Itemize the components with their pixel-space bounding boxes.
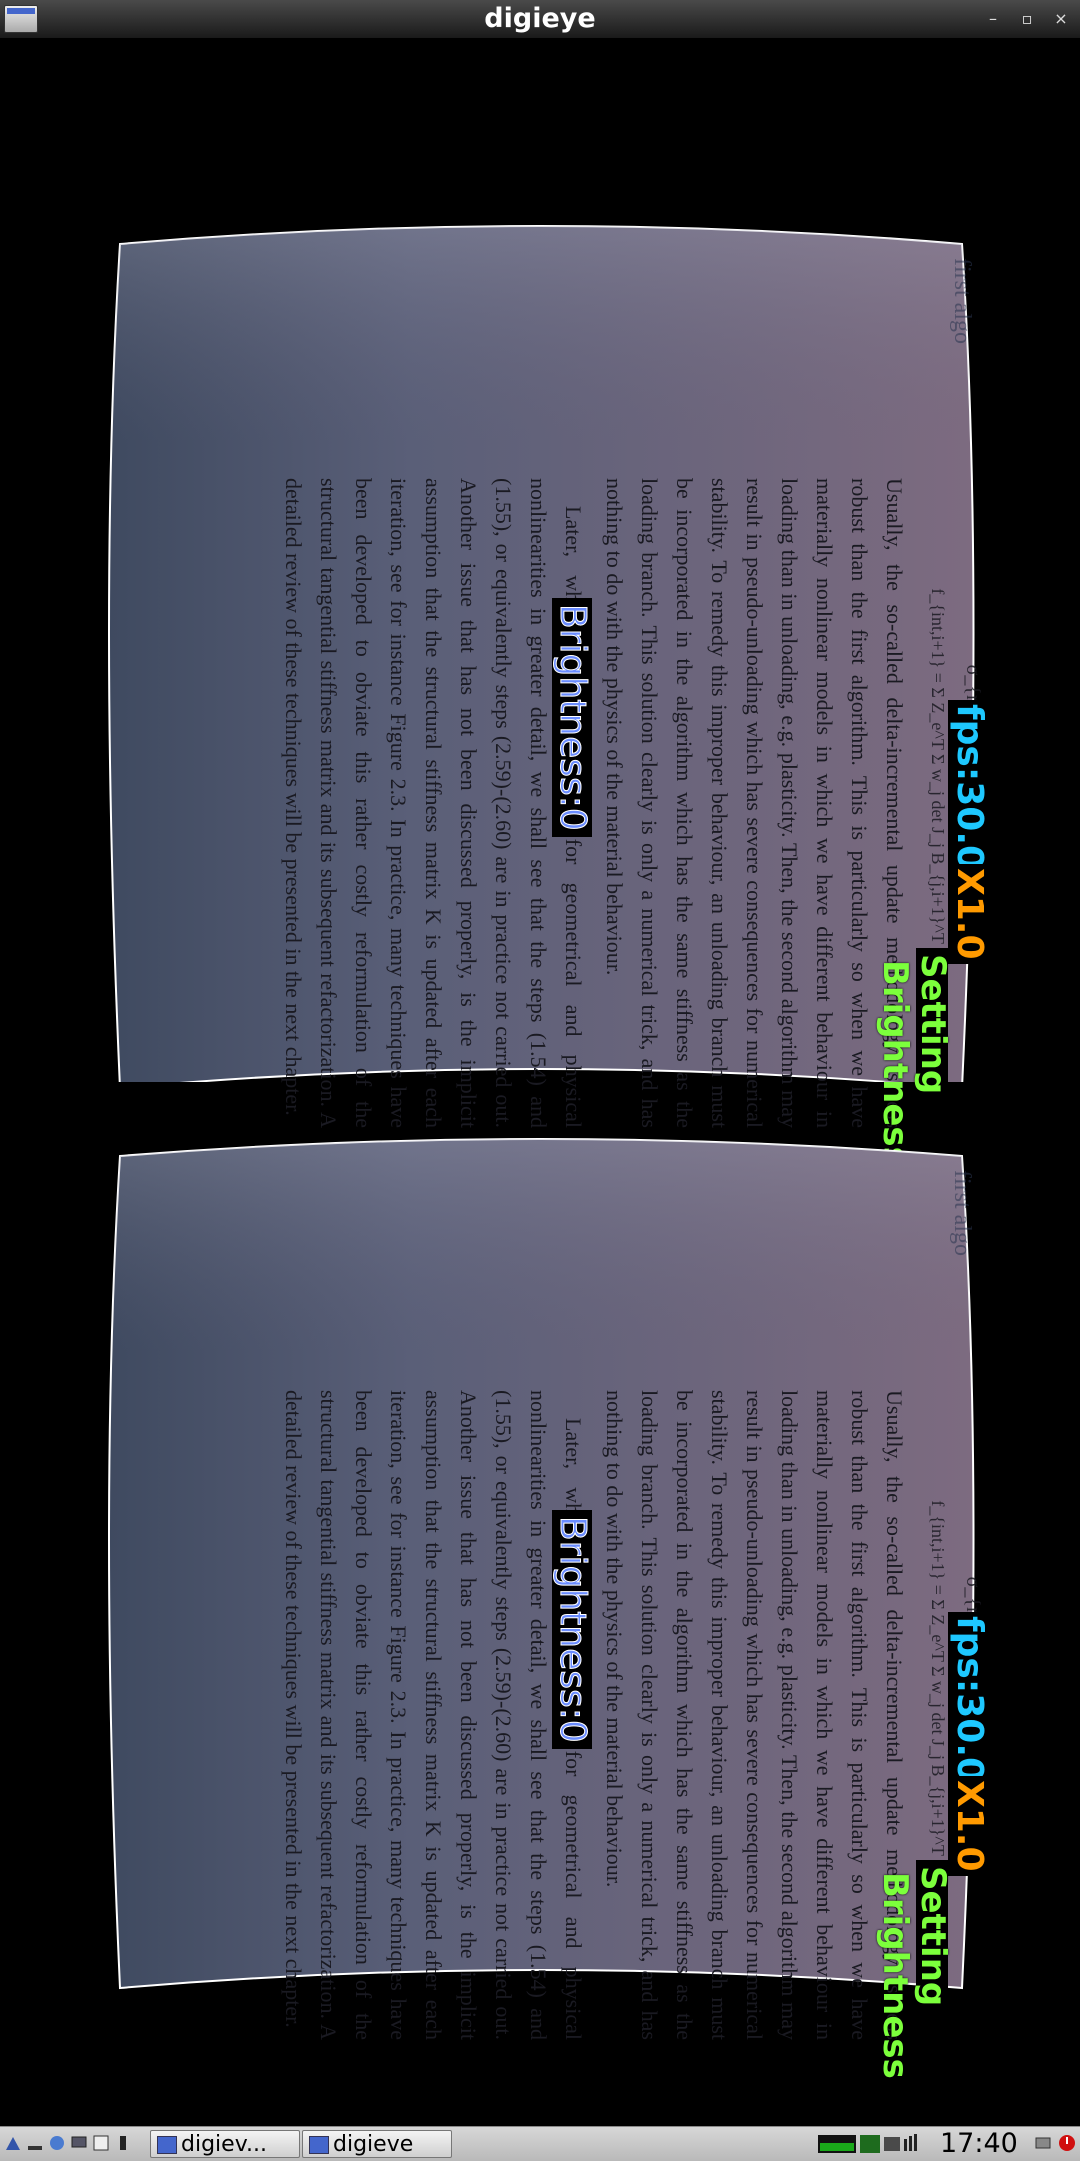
window-titlebar: digieye – ▫ × (0, 0, 1080, 39)
margin-labels: first algo (948, 1170, 975, 1470)
system-tray[interactable] (818, 2133, 938, 2155)
maximize-button[interactable]: ▫ (1014, 6, 1040, 32)
margin-label: first algo (949, 1170, 975, 1256)
minimize-all-icon[interactable] (26, 2134, 44, 2152)
taskbar-clock[interactable]: 17:40 (940, 2127, 1020, 2161)
minimize-button[interactable]: – (980, 6, 1006, 32)
desktop-icon[interactable] (70, 2134, 88, 2152)
brightness-popup: Brightness:0 (552, 1510, 594, 1749)
task-label: digieve (333, 2132, 414, 2157)
document-paragraph: Usually, the so-called delta-incremental… (602, 1390, 907, 2040)
network-icon[interactable] (1034, 2134, 1052, 2152)
camera-pane-bottom: σ_{n,i+1} = σ_{n,i} + dσ_{n,i+1} f_{int,… (0, 948, 1080, 2079)
task-label: digiev... (181, 2132, 267, 2157)
power-icon[interactable] (1058, 2134, 1076, 2152)
taskbar-task-digieye-2[interactable]: digieve (302, 2130, 452, 2158)
window-title: digieye (484, 3, 596, 34)
file-manager-icon[interactable] (48, 2134, 66, 2152)
setting-name-label[interactable]: Brightness (875, 1868, 915, 2083)
task-window-icon (309, 2136, 329, 2154)
terminal-icon[interactable] (92, 2134, 110, 2152)
task-window-icon (157, 2136, 177, 2154)
setting-mode-label[interactable]: Setting (913, 1862, 953, 2010)
brightness-popup: Brightness:0 (552, 598, 594, 837)
fps-indicator: fps:30.0 (948, 1612, 990, 1787)
taskbar-task-digieye-1[interactable]: digiev... (150, 2130, 300, 2158)
window-list-icon[interactable] (114, 2134, 132, 2152)
camera-display: σ_{n,i+1} = σ_{n,i} + dσ_{n,i+1} f_{int,… (0, 38, 1080, 2126)
fps-indicator: fps:30.0 (948, 700, 990, 875)
margin-labels: first algo (948, 258, 975, 558)
camera-pane-top: σ_{n,i+1} = σ_{n,i} + dσ_{n,i+1} f_{int,… (0, 38, 1080, 1167)
start-menu-icon[interactable] (4, 2134, 22, 2152)
document-paragraph: Later, when treating algorithms for geom… (281, 1390, 586, 2040)
zoom-indicator: X1.0 (948, 1776, 990, 1876)
taskbar: digiev... digieve 17:40 (0, 2126, 1080, 2161)
margin-label: first algo (949, 258, 975, 344)
close-button[interactable]: × (1048, 6, 1074, 32)
